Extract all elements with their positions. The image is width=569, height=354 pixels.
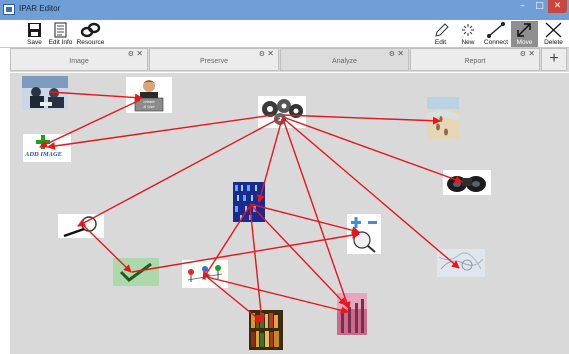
edit-button[interactable]: Edit bbox=[426, 21, 455, 47]
new-label: New bbox=[461, 39, 475, 46]
sparkle-icon bbox=[455, 22, 481, 38]
canvas-left-frame bbox=[0, 73, 10, 354]
edit-info-button[interactable]: Edit Info bbox=[46, 21, 75, 47]
delete-label: Delete bbox=[544, 39, 563, 46]
node-globe-map[interactable] bbox=[437, 249, 485, 277]
close-window-button[interactable]: ✕ bbox=[548, 0, 567, 13]
gear-icon[interactable]: ⚙ bbox=[259, 50, 265, 58]
pencil-icon bbox=[426, 22, 455, 38]
tab-image[interactable]: ⚙ ✕ Image bbox=[10, 48, 148, 71]
node-footprints[interactable] bbox=[427, 97, 459, 139]
tab-label: Preserve bbox=[199, 58, 228, 65]
document-icon bbox=[46, 22, 75, 38]
resource-button[interactable]: Resource bbox=[76, 21, 105, 47]
connect-line-icon bbox=[481, 22, 511, 38]
app-icon bbox=[3, 4, 15, 15]
chain-link-icon bbox=[76, 22, 105, 38]
gear-icon[interactable]: ⚙ bbox=[520, 50, 526, 58]
tab-label: Report bbox=[464, 58, 486, 65]
move-button[interactable]: Move bbox=[511, 21, 538, 47]
node-gears[interactable] bbox=[258, 96, 306, 128]
node-plant-growth[interactable] bbox=[337, 293, 367, 335]
tab-label: Analyze bbox=[332, 58, 357, 65]
edit-label: Edit bbox=[434, 39, 447, 46]
node-zoom[interactable] bbox=[347, 214, 381, 254]
resource-label: Resource bbox=[76, 39, 105, 46]
minimize-button[interactable]: – bbox=[514, 0, 531, 13]
create-use-line2: & Use bbox=[143, 104, 155, 109]
edit-info-label: Edit Info bbox=[48, 39, 73, 46]
save-label: Save bbox=[27, 39, 42, 46]
close-icon[interactable]: ✕ bbox=[528, 49, 535, 58]
tab-strip: ⚙ ✕ Image ⚙ ✕ Preserve ⚙ ✕ Analyze ⚙ ✕ R… bbox=[10, 48, 569, 72]
title-bar: IPAR Editor – □ ✕ bbox=[0, 0, 569, 20]
gear-icon[interactable]: ⚙ bbox=[389, 50, 395, 58]
connect-label: Connect bbox=[483, 39, 509, 46]
node-checkmark[interactable] bbox=[113, 258, 159, 286]
ipar-editor-window: IPAR Editor – □ ✕ Save Edit Info Resourc… bbox=[0, 0, 569, 354]
tab-report[interactable]: ⚙ ✕ Report bbox=[410, 48, 540, 71]
add-image-label: ADD IMAGE bbox=[25, 151, 63, 158]
node-binoculars[interactable] bbox=[443, 170, 491, 195]
node-pushpins[interactable] bbox=[182, 260, 228, 288]
node-business-photo[interactable] bbox=[22, 76, 68, 110]
node-add-image[interactable]: ADD IMAGE bbox=[23, 134, 71, 162]
delete-button[interactable]: Delete bbox=[539, 21, 568, 47]
new-button[interactable]: New bbox=[455, 21, 481, 47]
connect-button[interactable]: Connect bbox=[481, 21, 511, 47]
add-tab-button[interactable]: + bbox=[541, 48, 567, 71]
node-magnifier[interactable] bbox=[58, 214, 104, 238]
node-create-use[interactable]: create & Use bbox=[126, 77, 172, 113]
floppy-disk-icon bbox=[24, 22, 45, 38]
toolbar: Save Edit Info Resource Edit New Connect… bbox=[0, 20, 569, 48]
move-arrow-icon bbox=[511, 22, 538, 38]
delete-x-icon bbox=[539, 22, 568, 38]
node-binary-code[interactable] bbox=[233, 182, 265, 222]
close-icon[interactable]: ✕ bbox=[397, 49, 404, 58]
maximize-button[interactable]: □ bbox=[531, 0, 548, 13]
close-icon[interactable]: ✕ bbox=[267, 49, 274, 58]
gear-icon[interactable]: ⚙ bbox=[128, 50, 134, 58]
close-icon[interactable]: ✕ bbox=[136, 49, 143, 58]
tab-label: Image bbox=[69, 58, 89, 65]
tab-preserve[interactable]: ⚙ ✕ Preserve bbox=[149, 48, 279, 71]
window-title: IPAR Editor bbox=[19, 4, 61, 13]
tab-analyze[interactable]: ⚙ ✕ Analyze bbox=[280, 48, 409, 71]
move-label: Move bbox=[516, 39, 533, 46]
node-bookshelf[interactable] bbox=[249, 310, 283, 350]
save-button[interactable]: Save bbox=[24, 21, 45, 47]
